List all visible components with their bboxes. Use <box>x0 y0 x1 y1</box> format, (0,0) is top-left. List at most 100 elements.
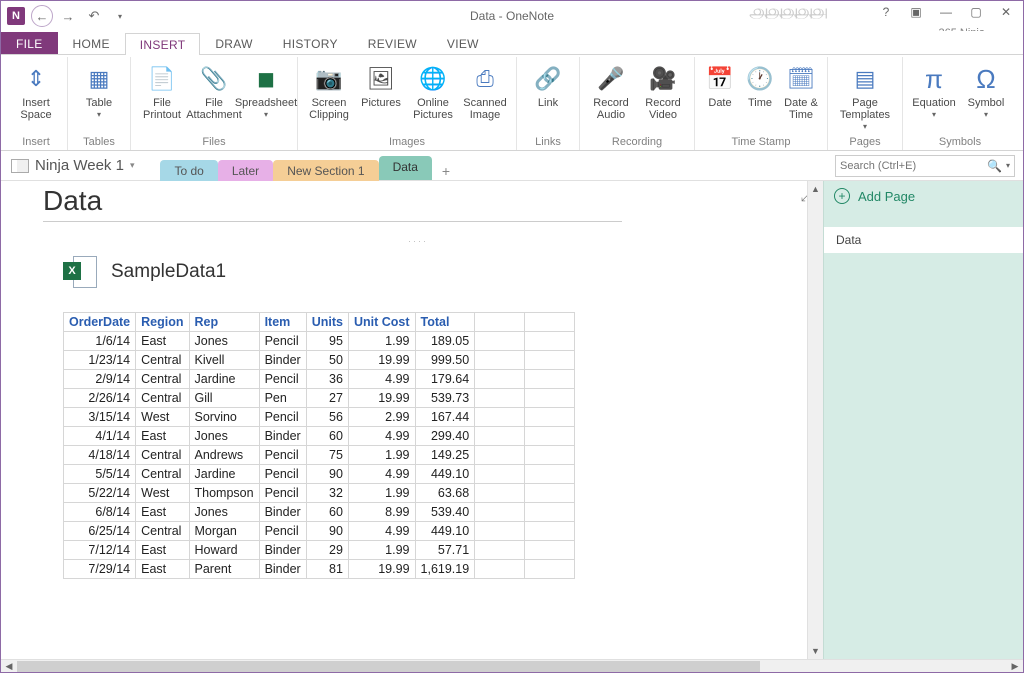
section-tab-add[interactable]: + <box>432 160 460 182</box>
container-drag-handle[interactable]: ···· <box>43 236 793 246</box>
table-cell <box>475 370 525 389</box>
table-row: 7/12/14EastHowardBinder291.9957.71 <box>64 541 575 560</box>
hscroll-thumb[interactable] <box>17 661 760 672</box>
link-label: Link <box>538 97 558 109</box>
chevron-down-icon: ▾ <box>130 160 135 171</box>
undo-button[interactable]: ↶ <box>83 5 105 27</box>
insert-space-label: Insert Space <box>13 97 59 121</box>
file-printout-button[interactable]: 📄File Printout <box>137 61 187 123</box>
equation-button[interactable]: πEquation▾ <box>909 61 959 123</box>
group-pages-label: Pages <box>849 136 880 150</box>
nav-back-button[interactable]: ← <box>31 5 53 27</box>
link-button[interactable]: 🔗 Link <box>523 61 573 111</box>
table-icon: ▦ <box>83 63 115 95</box>
minimize-button[interactable]: — <box>931 1 961 23</box>
group-links-label: Links <box>535 136 561 150</box>
spreadsheet-button[interactable]: ◼Spreadsheet▾ <box>241 61 291 123</box>
date-button[interactable]: 📅Date <box>701 61 739 111</box>
table-cell <box>525 408 575 427</box>
search-icon[interactable]: 🔍 <box>987 159 1002 173</box>
tab-draw[interactable]: DRAW <box>200 32 267 54</box>
date-time-button[interactable]: 🗓Date & Time <box>781 61 821 123</box>
tab-review[interactable]: REVIEW <box>353 32 432 54</box>
column-header-empty <box>475 313 525 332</box>
page-list-item[interactable]: Data <box>824 227 1023 253</box>
table-cell: 4.99 <box>348 370 415 389</box>
page-surface[interactable]: Data ⤢ ···· SampleData1 OrderDateRegionR… <box>1 181 823 659</box>
table-cell <box>525 427 575 446</box>
record-audio-button[interactable]: 🎤Record Audio <box>586 61 636 123</box>
search-box[interactable]: 🔍 ▾ <box>835 155 1015 177</box>
close-button[interactable]: ✕ <box>991 1 1021 23</box>
window-title: Data - OneNote <box>470 9 554 23</box>
search-scope-dropdown[interactable]: ▾ <box>1006 161 1010 170</box>
table-cell: 4/18/14 <box>64 446 136 465</box>
add-page-button[interactable]: + Add Page <box>824 181 1023 211</box>
maximize-button[interactable]: ▢ <box>961 1 991 23</box>
record-video-button[interactable]: 🎥Record Video <box>638 61 688 123</box>
section-tab-todo[interactable]: To do <box>160 160 217 182</box>
pi-icon: π <box>918 63 950 95</box>
search-input[interactable] <box>840 160 987 172</box>
section-tabs: To do Later New Section 1 Data + <box>160 151 460 180</box>
tab-insert[interactable]: INSERT <box>125 33 201 55</box>
camera-icon: 📷 <box>313 63 345 95</box>
horizontal-scrollbar[interactable]: ◀ ▶ <box>1 659 1023 672</box>
scroll-up-button[interactable]: ▲ <box>808 181 823 197</box>
link-icon: 🔗 <box>532 63 564 95</box>
section-tab-data[interactable]: Data <box>379 156 432 180</box>
notebook-picker[interactable]: Ninja Week 1 ▾ <box>9 155 142 176</box>
spreadsheet-embed[interactable]: SampleData1 OrderDateRegionRepItemUnitsU… <box>63 254 793 579</box>
table-cell <box>475 408 525 427</box>
section-bar: Ninja Week 1 ▾ To do Later New Section 1… <box>1 151 1023 181</box>
table-cell: Andrews <box>189 446 259 465</box>
embed-filename: SampleData1 <box>111 261 226 283</box>
table-cell: 3/15/14 <box>64 408 136 427</box>
column-header: Total <box>415 313 475 332</box>
file-attachment-button[interactable]: 📎File Attachment <box>189 61 239 123</box>
tab-view[interactable]: VIEW <box>432 32 494 54</box>
tab-history[interactable]: HISTORY <box>268 32 353 54</box>
qat-customize-button[interactable]: ▾ <box>109 5 131 27</box>
table-cell: Central <box>136 389 189 408</box>
page-title[interactable]: Data <box>43 185 622 222</box>
help-button[interactable]: ? <box>871 1 901 23</box>
section-tab-newsection1[interactable]: New Section 1 <box>273 160 378 182</box>
vertical-scrollbar[interactable]: ▲ ▼ <box>807 181 823 659</box>
picture-icon: 🖼 <box>365 63 397 95</box>
table-cell: 56 <box>306 408 348 427</box>
template-icon: ▤ <box>849 63 881 95</box>
table-cell: 57.71 <box>415 541 475 560</box>
insert-space-button[interactable]: ⇕Insert Space <box>11 61 61 123</box>
table-cell: 75 <box>306 446 348 465</box>
table-cell: 7/29/14 <box>64 560 136 579</box>
table-button[interactable]: ▦Table▾ <box>74 61 124 123</box>
record-audio-label: Record Audio <box>588 97 634 121</box>
nav-forward-button[interactable]: → <box>57 5 79 27</box>
symbol-button[interactable]: ΩSymbol▾ <box>961 61 1011 123</box>
online-pictures-button[interactable]: 🌐Online Pictures <box>408 61 458 123</box>
ribbon-display-options-button[interactable]: ▣ <box>901 1 931 23</box>
page-templates-button[interactable]: ▤Page Templates▾ <box>834 61 896 135</box>
tab-file[interactable]: FILE <box>1 32 58 54</box>
section-tab-later[interactable]: Later <box>218 160 273 182</box>
time-button[interactable]: 🕐Time <box>741 61 779 111</box>
table-cell: 19.99 <box>348 560 415 579</box>
table-row: 5/22/14WestThompsonPencil321.9963.68 <box>64 484 575 503</box>
table-cell: West <box>136 484 189 503</box>
scroll-down-button[interactable]: ▼ <box>808 643 823 659</box>
scroll-left-button[interactable]: ◀ <box>1 661 17 672</box>
table-cell <box>475 541 525 560</box>
scanned-image-button[interactable]: ⎙Scanned Image <box>460 61 510 123</box>
screen-clipping-button[interactable]: 📷Screen Clipping <box>304 61 354 123</box>
table-cell: 1.99 <box>348 484 415 503</box>
pictures-button[interactable]: 🖼Pictures <box>356 61 406 111</box>
tab-home[interactable]: HOME <box>58 32 125 54</box>
table-cell: West <box>136 408 189 427</box>
content-area: Data ⤢ ···· SampleData1 OrderDateRegionR… <box>1 181 1023 659</box>
table-cell: 90 <box>306 522 348 541</box>
table-cell: 189.05 <box>415 332 475 351</box>
scroll-right-button[interactable]: ▶ <box>1007 661 1023 672</box>
table-cell: 60 <box>306 503 348 522</box>
omega-icon: Ω <box>970 63 1002 95</box>
